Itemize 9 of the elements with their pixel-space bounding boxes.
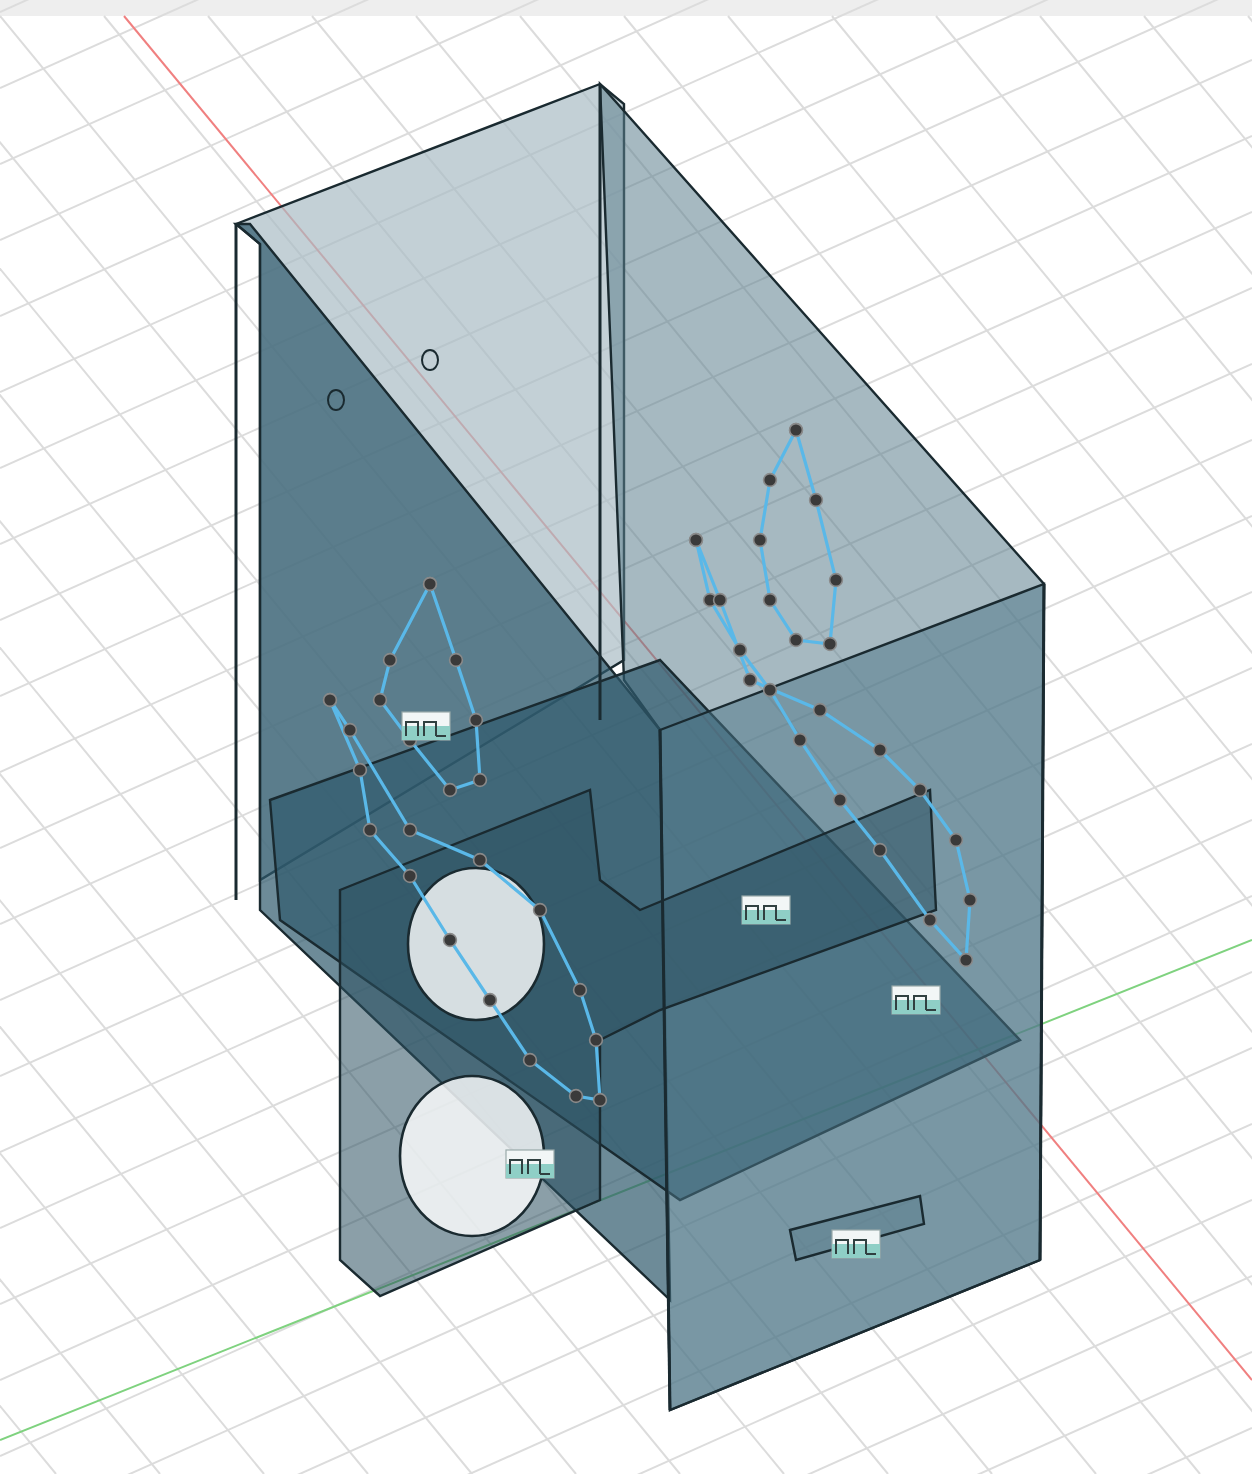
sketch-spline[interactable] <box>372 576 488 798</box>
constraint-icon[interactable] <box>741 895 791 925</box>
constraint-icon[interactable] <box>401 711 451 741</box>
constraint-icon[interactable] <box>505 1149 555 1179</box>
constraint-icon[interactable] <box>891 985 941 1015</box>
sketch-spline[interactable] <box>752 422 844 652</box>
sketch-spline[interactable] <box>688 532 978 968</box>
constraint-icon[interactable] <box>831 1229 881 1259</box>
sketch-spline[interactable] <box>322 692 608 1108</box>
